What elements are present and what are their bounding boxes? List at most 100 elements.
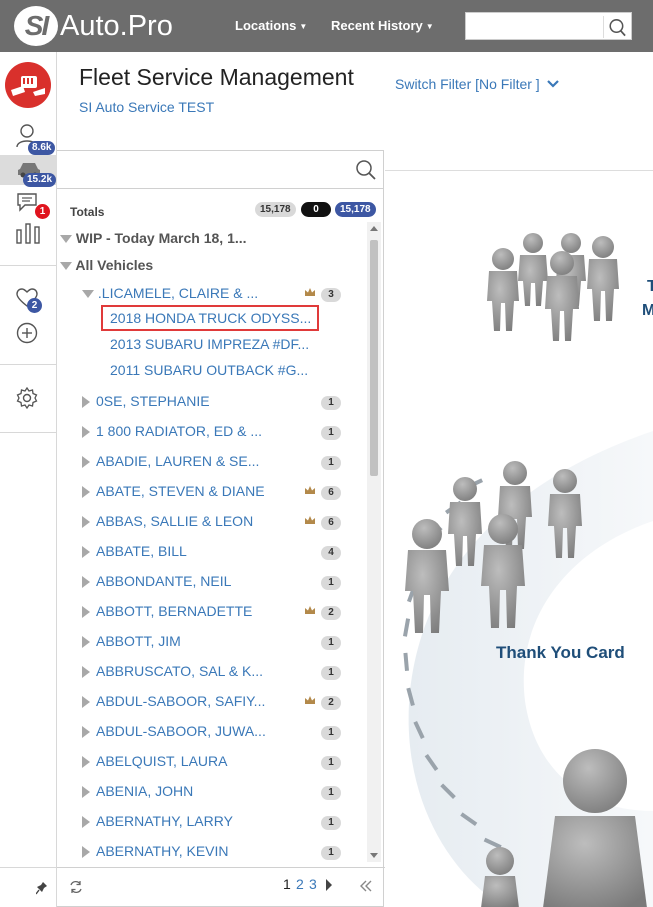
nav-locations[interactable]: Locations ▼ [235, 18, 307, 33]
rail-settings[interactable] [16, 386, 38, 414]
totals-active-pill: 15,178 [335, 202, 376, 217]
vehicles-count-badge: 15.2k [23, 173, 57, 187]
vehicle-count-badge: 4 [321, 546, 341, 560]
welcome-illustration: Thank You Card T M [385, 170, 653, 907]
expand-icon[interactable] [82, 726, 90, 739]
page-3[interactable]: 3 [309, 876, 317, 892]
collapse-icon [82, 290, 94, 299]
totals-wip-pill: 0 [301, 202, 331, 217]
customer-row[interactable]: ABELQUIST, LAURA [82, 753, 228, 769]
scrollbar-thumb[interactable] [370, 240, 378, 476]
search-icon[interactable] [603, 16, 627, 38]
pin-button[interactable] [35, 881, 48, 900]
customers-count-badge: 8.6k [28, 141, 56, 155]
customer-row[interactable]: ABBATE, BILL [82, 543, 187, 559]
customer-row[interactable]: ABERNATHY, LARRY [82, 813, 233, 829]
customer-row[interactable]: ABENIA, JOHN [82, 783, 193, 799]
vehicle-count-badge: 2 [321, 606, 341, 620]
expand-icon[interactable] [82, 516, 90, 529]
customer-name: ABERNATHY, KEVIN [96, 843, 229, 859]
customer-name: ABDUL-SABOOR, SAFIY... [96, 693, 266, 709]
customer-row[interactable]: ABERNATHY, KEVIN [82, 843, 229, 859]
expand-icon[interactable] [82, 756, 90, 769]
tree-search-input[interactable] [57, 151, 383, 189]
all-vehicles-group[interactable]: All Vehicles [60, 257, 153, 273]
expand-icon[interactable] [82, 786, 90, 799]
customer-name: ABADIE, LAUREN & SE... [96, 453, 260, 469]
expand-icon[interactable] [82, 606, 90, 619]
vehicle-row[interactable]: 2018 HONDA TRUCK ODYSS... [110, 310, 311, 326]
customer-row[interactable]: ABDUL-SABOOR, SAFIY... [82, 693, 265, 709]
location-subtitle[interactable]: SI Auto Service TEST [79, 99, 214, 115]
panel-footer-divider [57, 867, 441, 868]
expand-icon[interactable] [82, 636, 90, 649]
nav-recent-history-label: Recent History [331, 18, 423, 33]
customer-name: 1 800 RADIATOR, ED & ... [96, 423, 262, 439]
customer-name: ABELQUIST, LAURA [96, 753, 228, 769]
switch-filter-link[interactable]: Switch Filter [No Filter ] [395, 76, 559, 92]
customer-row[interactable]: ABBOTT, JIM [82, 633, 181, 649]
customer-row[interactable]: ABATE, STEVEN & DIANE [82, 483, 265, 499]
vehicle-count-badge: 1 [321, 396, 341, 410]
expand-icon[interactable] [82, 666, 90, 679]
expand-icon[interactable] [82, 426, 90, 439]
collapse-panel-icon[interactable] [360, 880, 372, 892]
gear-icon [16, 386, 38, 410]
rail-divider [0, 364, 57, 365]
people-road-illustration: Thank You Card T M [403, 233, 653, 907]
service-logo-icon[interactable] [5, 62, 51, 108]
bar-chart-icon [16, 223, 40, 244]
customer-name: ABATE, STEVEN & DIANE [96, 483, 265, 499]
vehicle-count-badge: 1 [321, 756, 341, 770]
scroll-up-icon[interactable] [370, 226, 378, 231]
app-logo[interactable]: SI Auto.Pro [14, 6, 173, 46]
search-icon[interactable] [355, 159, 377, 181]
customer-row[interactable]: ABDUL-SABOOR, JUWA... [82, 723, 266, 739]
customer-row[interactable]: ABBOTT, BERNADETTE [82, 603, 252, 619]
tree-scrollbar[interactable] [367, 222, 381, 862]
expand-icon[interactable] [82, 546, 90, 559]
switch-filter-label: Switch Filter [No Filter ] [395, 76, 540, 92]
expand-icon[interactable] [82, 846, 90, 859]
customer-name: ABBRUSCATO, SAL & K... [96, 663, 264, 679]
logo-text: Auto.Pro [60, 9, 173, 42]
expand-icon[interactable] [82, 456, 90, 469]
nav-recent-history[interactable]: Recent History ▼ [331, 18, 434, 33]
rail-add[interactable] [16, 322, 38, 349]
wip-group-label: WIP - Today March 18, 1... [75, 230, 247, 246]
page-2[interactable]: 2 [296, 876, 304, 892]
global-search-input[interactable] [465, 12, 632, 40]
people-group-top [487, 233, 619, 341]
wip-group[interactable]: WIP - Today March 18, 1... [60, 230, 247, 246]
customer-row[interactable]: 0SE, STEPHANIE [82, 393, 210, 409]
expand-icon[interactable] [82, 396, 90, 409]
vehicle-row[interactable]: 2011 SUBARU OUTBACK #G... [110, 362, 308, 378]
crown-icon [305, 696, 315, 704]
pin-icon [35, 882, 47, 895]
edge-letter-t: T [647, 278, 653, 295]
customer-row[interactable]: ABADIE, LAUREN & SE... [82, 453, 259, 469]
expand-icon[interactable] [82, 576, 90, 589]
crown-icon [305, 516, 315, 524]
customer-row-expanded[interactable]: .LICAMELE, CLAIRE & ... [82, 285, 258, 301]
expand-icon[interactable] [82, 486, 90, 499]
page-1[interactable]: 1 [283, 876, 291, 892]
customer-name: ABDUL-SABOOR, JUWA... [96, 723, 266, 739]
vehicle-count-badge: 1 [321, 456, 341, 470]
scroll-down-icon[interactable] [370, 853, 378, 858]
next-page-icon[interactable] [325, 879, 333, 891]
customer-row[interactable]: ABBAS, SALLIE & LEON [82, 513, 253, 529]
expand-icon[interactable] [82, 816, 90, 829]
customer-row[interactable]: ABBONDANTE, NEIL [82, 573, 231, 589]
expand-icon[interactable] [82, 696, 90, 709]
vehicle-row[interactable]: 2013 SUBARU IMPREZA #DF... [110, 336, 309, 352]
customer-row[interactable]: 1 800 RADIATOR, ED & ... [82, 423, 262, 439]
rail-reports[interactable] [16, 222, 40, 249]
totals-label: Totals [70, 205, 105, 219]
customer-name: ABBOTT, JIM [96, 633, 181, 649]
refresh-icon[interactable] [69, 880, 83, 894]
customer-row[interactable]: ABBRUSCATO, SAL & K... [82, 663, 263, 679]
customer-name: ABBAS, SALLIE & LEON [96, 513, 254, 529]
vehicle-count-badge: 1 [321, 636, 341, 650]
customer-name: 0SE, STEPHANIE [96, 393, 210, 409]
